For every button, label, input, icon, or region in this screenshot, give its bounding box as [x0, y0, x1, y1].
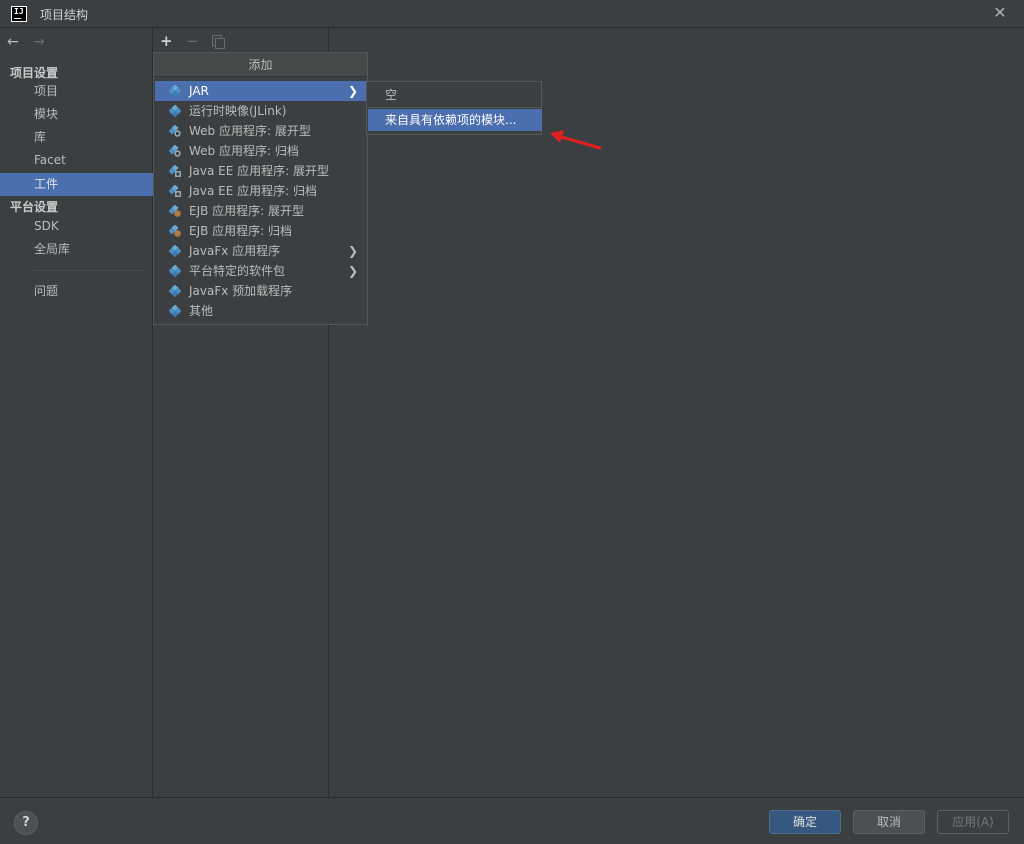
submenu-item-from-modules[interactable]: 来自具有依赖项的模块...	[368, 109, 542, 131]
artifact-diamond-icon	[169, 105, 181, 117]
cancel-button[interactable]: 取消	[853, 810, 925, 834]
add-icon[interactable]: +	[160, 32, 173, 50]
menu-item-label: 平台特定的软件包	[189, 264, 286, 278]
sidebar-section-platform-settings: 平台设置	[10, 200, 59, 214]
chevron-right-icon: ❯	[348, 244, 359, 258]
jar-submenu: 空 来自具有依赖项的模块...	[366, 81, 542, 135]
add-popup-menu: 添加 JAR ❯ 运行时映像(JLink) Web 应用程序: 展开型 Web …	[153, 52, 368, 325]
menu-item-javaee-archive[interactable]: Java EE 应用程序: 归档	[155, 181, 368, 201]
artifact-diamond-icon	[169, 245, 181, 257]
sidebar-item-project[interactable]: 项目	[0, 80, 153, 103]
artifact-details-panel	[330, 29, 1024, 797]
submenu-divider	[368, 107, 542, 108]
menu-item-javafx-preloader[interactable]: JavaFx 预加载程序	[155, 281, 368, 301]
menu-item-label: Web 应用程序: 展开型	[189, 124, 311, 138]
menu-item-label: Java EE 应用程序: 归档	[189, 184, 317, 198]
sidebar-section-project-settings: 项目设置	[10, 66, 59, 80]
menu-item-ejb-exploded[interactable]: EJB 应用程序: 展开型	[155, 201, 368, 221]
title-bar: IJ 项目结构 ✕	[0, 0, 1024, 28]
back-arrow-icon[interactable]: ←	[7, 33, 19, 51]
menu-item-web-archive[interactable]: Web 应用程序: 归档	[155, 141, 368, 161]
menu-item-label: JavaFx 预加载程序	[189, 284, 293, 298]
menu-item-platform-package[interactable]: 平台特定的软件包 ❯	[155, 261, 368, 281]
menu-item-label: EJB 应用程序: 展开型	[189, 204, 305, 218]
menu-item-javafx-app[interactable]: JavaFx 应用程序 ❯	[155, 241, 368, 261]
javaee-artifact-icon	[169, 185, 181, 197]
artifact-diamond-icon	[169, 265, 181, 277]
menu-item-other[interactable]: 其他	[155, 301, 368, 321]
ejb-artifact-icon	[169, 225, 181, 237]
menu-item-jar[interactable]: JAR ❯	[155, 81, 368, 101]
ejb-artifact-icon	[169, 205, 181, 217]
help-button[interactable]: ?	[14, 811, 38, 835]
copy-icon[interactable]	[212, 35, 225, 49]
menu-item-label: JAR	[189, 84, 209, 98]
menu-item-runtime-image[interactable]: 运行时映像(JLink)	[155, 101, 368, 121]
menu-item-label: Java EE 应用程序: 展开型	[189, 164, 329, 178]
menu-item-label: JavaFx 应用程序	[189, 244, 281, 258]
artifact-diamond-icon	[169, 285, 181, 297]
chevron-right-icon: ❯	[348, 84, 359, 98]
chevron-right-icon: ❯	[348, 264, 359, 278]
ok-button[interactable]: 确定	[769, 810, 841, 834]
dialog-button-bar: ? 确定 取消 应用(A)	[0, 797, 1024, 844]
menu-item-javaee-exploded[interactable]: Java EE 应用程序: 展开型	[155, 161, 368, 181]
red-arrow-annotation-icon	[550, 130, 602, 150]
sidebar: ← → 项目设置 项目 模块 库 Facet 工件 平台设置 SDK 全局库 问…	[0, 29, 153, 797]
menu-item-web-exploded[interactable]: Web 应用程序: 展开型	[155, 121, 368, 141]
remove-icon[interactable]: −	[186, 32, 199, 50]
submenu-item-empty[interactable]: 空	[368, 84, 542, 106]
sidebar-item-libraries[interactable]: 库	[0, 126, 153, 149]
sidebar-item-sdk[interactable]: SDK	[0, 215, 153, 238]
sidebar-item-artifacts[interactable]: 工件	[0, 173, 153, 196]
forward-arrow-icon[interactable]: →	[33, 33, 45, 51]
window-title: 项目结构	[40, 8, 89, 22]
sidebar-divider	[34, 270, 146, 271]
menu-item-label: 其他	[189, 304, 214, 318]
menu-item-label: EJB 应用程序: 归档	[189, 224, 293, 238]
menu-item-ejb-archive[interactable]: EJB 应用程序: 归档	[155, 221, 368, 241]
artifact-diamond-icon	[169, 85, 181, 97]
web-artifact-icon	[169, 125, 181, 137]
apply-button[interactable]: 应用(A)	[937, 810, 1009, 834]
intellij-logo-icon: IJ	[11, 6, 27, 22]
sidebar-item-facets[interactable]: Facet	[0, 149, 153, 172]
menu-item-label: 运行时映像(JLink)	[189, 104, 287, 118]
sidebar-item-problems[interactable]: 问题	[0, 280, 153, 303]
popup-header: 添加	[154, 53, 367, 77]
javaee-artifact-icon	[169, 165, 181, 177]
sidebar-item-modules[interactable]: 模块	[0, 103, 153, 126]
artifact-diamond-icon	[169, 305, 181, 317]
menu-item-label: Web 应用程序: 归档	[189, 144, 299, 158]
sidebar-item-global-libraries[interactable]: 全局库	[0, 238, 153, 261]
web-artifact-icon	[169, 145, 181, 157]
close-icon[interactable]: ✕	[992, 4, 1008, 22]
